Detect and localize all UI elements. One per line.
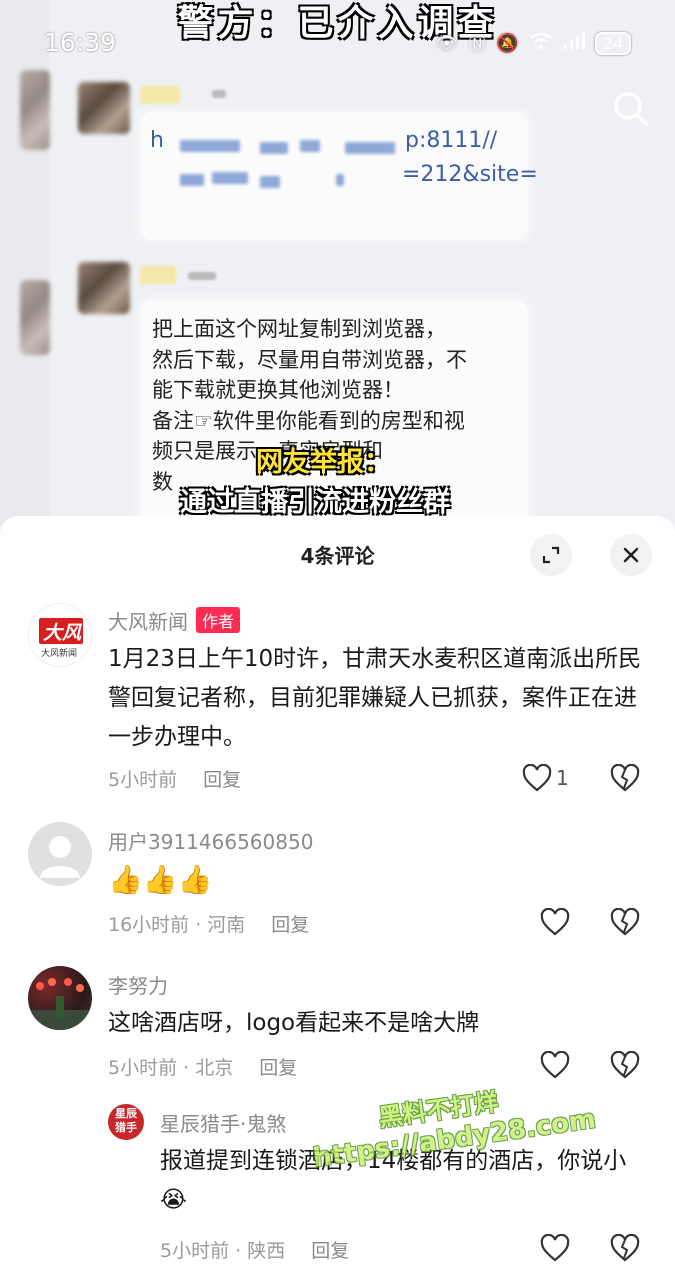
avatar-logo-text: 星辰猎手 [115,1107,137,1134]
comment-meta: 5小时前 · 陕西 回复 [160,1236,349,1263]
blurred-username-tail [212,90,226,98]
heart-icon[interactable] [540,1234,570,1262]
reply-button[interactable]: 回复 [271,914,309,936]
blurred-username [140,266,176,284]
pixelated-url [336,174,344,186]
signal-icon [563,31,585,55]
nfc-icon: Ⓝ [468,34,487,55]
blurred-avatar [78,82,130,134]
reply-button[interactable]: 回复 [203,769,241,791]
avatar[interactable]: 大风 大风新闻 [28,603,92,667]
commenter-name[interactable]: 用户3911466560850 [108,826,313,855]
reply-button[interactable]: 回复 [259,1057,297,1079]
pixelated-url [212,172,248,184]
blurred-avatar-edge [20,70,50,150]
pixelated-url [180,140,240,152]
avatar[interactable]: 星辰猎手 [108,1104,144,1140]
dislike-icon[interactable] [610,764,640,792]
comment-time: 5小时前 [108,769,178,791]
video-player[interactable]: 警方：已介入调查 16:39 👁 Ⓝ 🔕 24 h p:8111// =212&… [0,0,675,540]
comment-time: 5小时前 · 陕西 [160,1240,286,1262]
search-icon[interactable] [610,88,652,130]
comment-count-title: 4条评论 [300,544,375,568]
comment-text: 1月23日上午10时许，甘肃天水麦积区道南派出所民警回复记者称，目前犯罪嫌疑人已… [108,646,642,750]
blurred-avatar-edge [20,280,50,355]
comment-meta: 16小时前 · 河南 回复 [108,910,309,937]
url-line-start: h [150,128,164,153]
blurred-avatar [78,262,130,314]
commenter-name[interactable]: 大风新闻 [108,610,188,634]
comment-text: 👍👍👍 [108,863,213,896]
status-time: 16:39 [44,28,117,57]
pixelated-url [260,142,288,154]
wifi-icon [529,32,553,55]
expand-icon [542,546,560,564]
pixelated-url [300,140,320,152]
comment-meta: 5小时前 · 北京 回复 [108,1053,297,1080]
heart-icon[interactable] [540,1051,570,1079]
avatar-logo-text: 大风 [43,622,82,644]
chat-line: 备注☞软件里你能看到的房型和视 [152,408,465,433]
like-count: 1 [556,766,569,790]
url-line1-end: p:8111// [405,128,498,153]
reply-button[interactable]: 回复 [311,1240,349,1262]
chat-line: 能下载就更换其他浏览器！ [152,378,404,402]
commenter-name-row: 大风新闻 作者 [108,606,241,635]
caption-yellow: 网友举报： [256,447,391,478]
comment-meta: 5小时前 回复 [108,765,241,792]
avatar-logo-subtext: 大风新闻 [41,649,78,659]
url-line2-end: =212&site= [402,162,538,187]
pixelated-url [345,142,395,154]
commenter-name[interactable]: 星辰猎手·鬼煞 [160,1108,286,1137]
comment-time: 5小时前 · 北京 [108,1057,234,1079]
dislike-icon[interactable] [610,1234,640,1262]
expand-button[interactable] [530,534,572,576]
mute-icon: 🔕 [496,32,519,54]
caption-white: 通过直播引流进粉丝群 [180,487,450,518]
blurred-username [140,86,180,104]
author-badge: 作者 [196,607,241,633]
dislike-icon[interactable] [610,1051,640,1079]
avatar[interactable] [28,966,92,1030]
status-icons: 👁 Ⓝ 🔕 24 [435,30,631,56]
comment-time: 16小时前 · 河南 [108,914,246,936]
commenter-name[interactable]: 李努力 [108,970,168,999]
avatar[interactable] [28,822,92,886]
close-button[interactable] [610,534,652,576]
battery-indicator: 24 [594,31,631,55]
dislike-icon[interactable] [610,908,640,936]
pixelated-url [180,174,204,186]
chat-line: 把上面这个网址复制到浏览器， [152,317,446,341]
status-bar: 16:39 👁 Ⓝ 🔕 24 [0,24,675,64]
chat-bubble-url: h p:8111// =212&site= [140,112,538,240]
pixelated-url [260,176,280,188]
close-icon [623,547,639,563]
heart-icon[interactable] [540,908,570,936]
blurred-username-tail [188,272,216,280]
chat-line: 然后下载，尽量用自带浏览器，不 [152,347,467,372]
comment-text: 这啥酒店呀，logo看起来不是啥大牌 [108,1010,480,1036]
eye-icon: 👁 [435,32,459,54]
heart-icon[interactable] [522,764,552,792]
